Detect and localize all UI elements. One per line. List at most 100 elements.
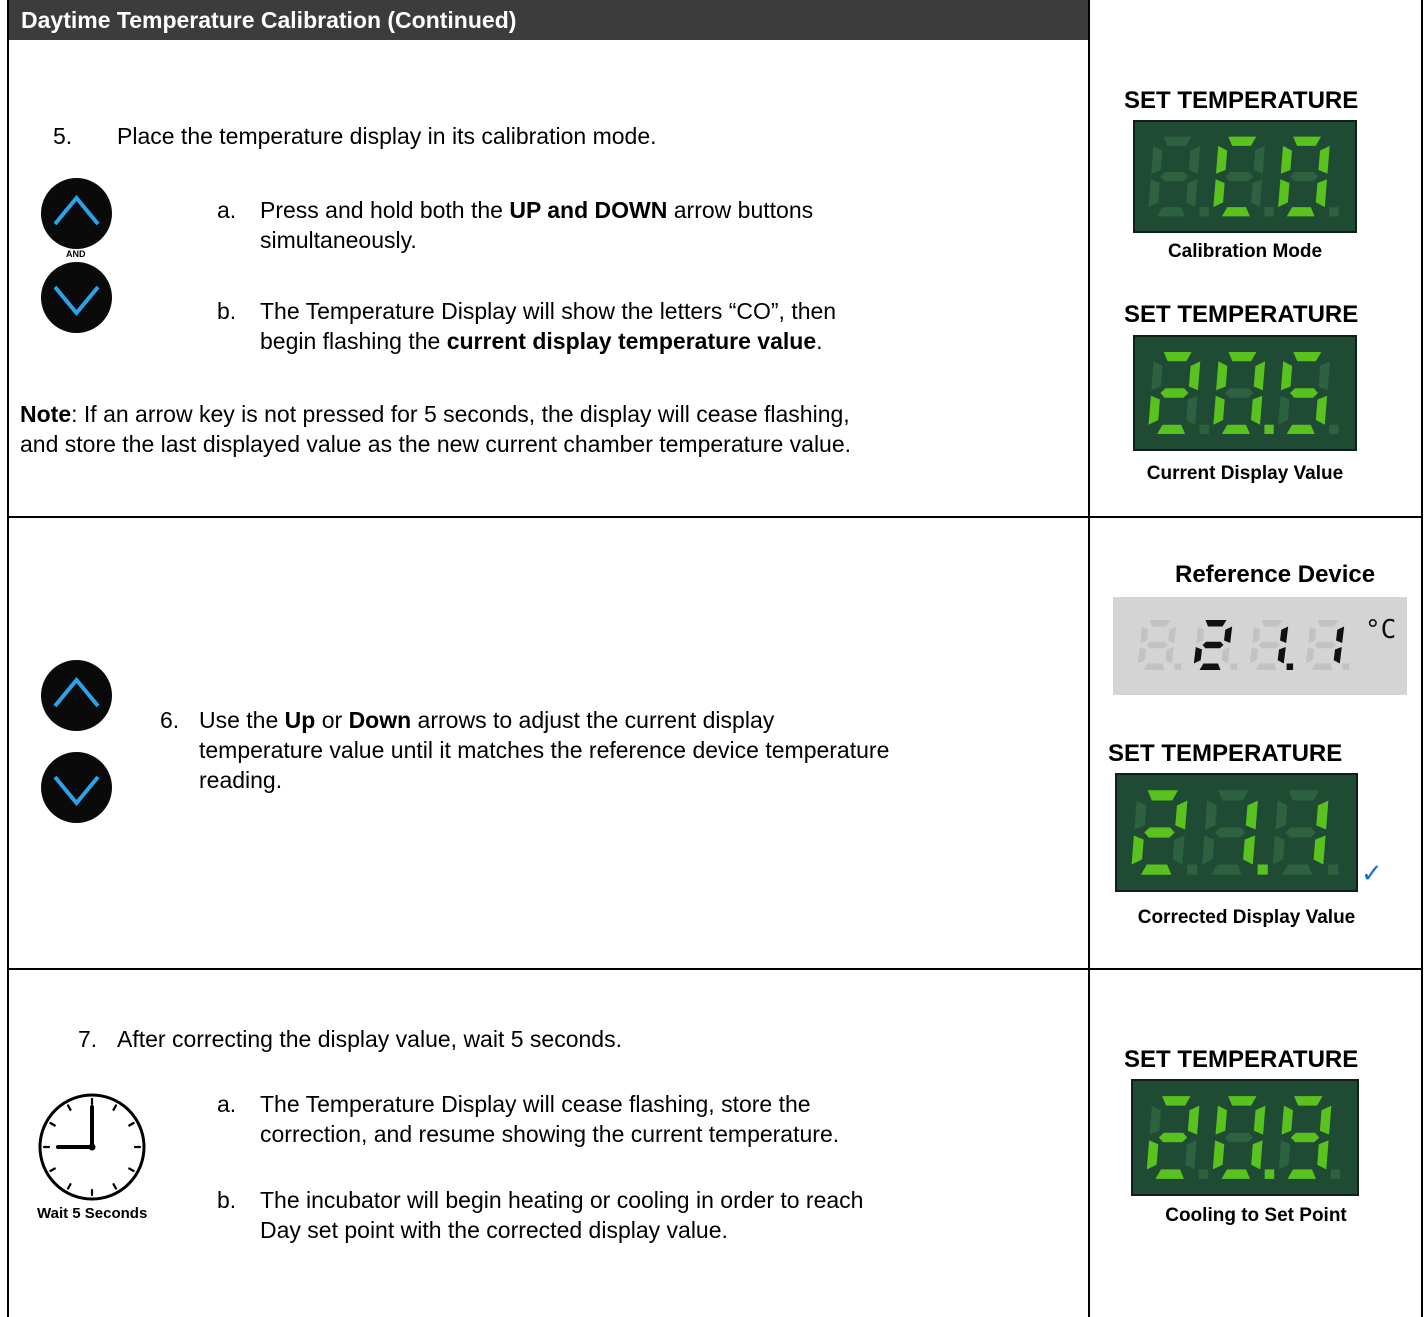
reference-digit-2-segment-e	[1193, 647, 1202, 664]
check-mark-icon: ✓	[1361, 858, 1383, 888]
page-title: Daytime Temperature Calibration (Continu…	[21, 7, 517, 33]
lcd-digit-1-segment-d	[1140, 864, 1172, 875]
lcd-digit-1-segment-f	[1151, 361, 1163, 391]
table-border-left	[7, 0, 9, 1317]
lcd-digit-3-segment-f	[1281, 1105, 1293, 1135]
lcd-digit-3-segment-e	[1272, 835, 1285, 865]
step-5b-line1: The Temperature Display will show the le…	[260, 298, 837, 324]
step-6-bold-up: Up	[284, 707, 316, 733]
step-6-number: 6.	[160, 707, 180, 733]
lcd-digit-2-segment-d	[1221, 424, 1250, 434]
lcd-digit-2-segment-b	[1253, 1105, 1266, 1135]
down-arrow-button-step6[interactable]	[41, 752, 112, 823]
reference-digit-4-segment-e	[1305, 647, 1314, 664]
calibration-page: Daytime Temperature Calibration (Continu…	[0, 0, 1425, 1317]
chevron-up-icon	[53, 194, 100, 226]
step-5a-pre: Press and hold both the	[260, 197, 510, 223]
reference-digit-4-segment-c	[1333, 647, 1342, 664]
lcd-digit-3-segment-e	[1278, 395, 1290, 425]
reference-digit-1-segment-d	[1143, 663, 1165, 670]
reference-device-display: °C	[1113, 597, 1407, 695]
lcd-digit-2-segment-g	[1224, 1132, 1254, 1143]
lcd-digit-2-segment-b	[1245, 800, 1258, 830]
lcd-digit-2-segment-f	[1215, 1105, 1227, 1135]
lcd-digit-3-segment-a	[1293, 136, 1322, 146]
reference-device-digits	[1137, 620, 1350, 670]
step-5a-bold: UP and DOWN	[509, 197, 668, 223]
lcd-digit-1-segment-e	[1148, 179, 1160, 208]
lcd-digit-3-segment-b	[1318, 145, 1330, 174]
display2-title: SET TEMPERATURE	[1124, 301, 1359, 328]
lcd-digit-1-segment-b	[1188, 361, 1201, 391]
lcd-digit-2-decimal-point	[1257, 864, 1268, 875]
reference-digit-1-decimal-point	[1174, 663, 1182, 670]
lcd-digit-1-segment-a	[1147, 790, 1179, 801]
lcd-digit-3-decimal-point	[1329, 424, 1339, 434]
step-5b-bold: current display temperature value	[446, 328, 817, 354]
lcd-digit-1-segment-d	[1155, 1169, 1184, 1179]
lcd-digit-3-segment-a	[1294, 1096, 1323, 1106]
reference-digit-4-segment-d	[1311, 663, 1333, 670]
and-label: AND	[66, 249, 86, 259]
table-border-right	[1421, 0, 1423, 1317]
lcd-digit-2-segment-a	[1228, 1096, 1257, 1106]
lcd-digit-3-segment-f	[1280, 361, 1293, 391]
lcd-digit-1-segment-e	[1148, 395, 1160, 425]
lcd-digit-2-segment-c	[1251, 179, 1263, 208]
lcd-digit-1-segment-d	[1157, 424, 1186, 434]
reference-digit-1-segment-e	[1137, 647, 1146, 664]
reference-digit-2-decimal-point	[1230, 663, 1238, 670]
lcd-digit-2-segment-a	[1228, 352, 1257, 362]
lcd-digit-2-segment-c	[1243, 835, 1256, 865]
reference-digit-3-decimal-point	[1286, 663, 1294, 670]
lcd-digit-1-segment-f	[1151, 145, 1163, 174]
lcd-digit-2-segment-b	[1253, 145, 1265, 174]
lcd-digit-3-segment-c	[1315, 179, 1327, 208]
lcd-digit-1-segment-c	[1185, 1140, 1197, 1170]
up-arrow-button-step6[interactable]	[41, 660, 112, 731]
step-6-line1: Use the Up or Down arrows to adjust the …	[199, 706, 774, 734]
lcd-digit-1-segment-g	[1160, 388, 1189, 398]
reference-digit-3-segment-c	[1277, 647, 1286, 664]
step-5a-post: arrow buttons	[667, 197, 814, 223]
lcd-digit-1-decimal-point	[1187, 864, 1198, 875]
lcd-digit-2-segment-d	[1211, 864, 1242, 875]
lcd-digit-2-segment-a	[1218, 790, 1249, 801]
step-6-mid: or	[315, 707, 349, 733]
down-arrow-button[interactable]	[41, 262, 112, 333]
lcd-digit-3-segment-c	[1315, 395, 1328, 425]
display3-caption: Corrected Display Value	[1137, 907, 1356, 928]
reference-digit-4-segment-g	[1314, 641, 1336, 649]
display1-title: SET TEMPERATURE	[1124, 87, 1359, 114]
reference-device-title: Reference Device	[1175, 561, 1376, 588]
reference-digit-1-segment-a	[1149, 620, 1171, 627]
lcd-digit-2-decimal-point	[1264, 207, 1274, 217]
corrected-display-digits	[1131, 790, 1339, 875]
lcd-digit-3-decimal-point	[1328, 864, 1339, 875]
lcd-digit-1-segment-b	[1187, 1105, 1200, 1135]
lcd-digit-2-segment-g	[1225, 171, 1254, 182]
chevron-down-icon	[53, 775, 100, 807]
lcd-digit-2-segment-e	[1202, 835, 1215, 865]
lcd-digit-3-segment-c	[1317, 1140, 1329, 1170]
step-6-line3: reading.	[199, 767, 283, 793]
row-divider-1	[7, 516, 1423, 518]
lcd-digit-1-segment-a	[1163, 352, 1192, 362]
lcd-digit-2-segment-g	[1225, 388, 1254, 398]
up-arrow-button[interactable]	[41, 178, 112, 249]
lcd-digit-1-segment-a	[1162, 1096, 1191, 1106]
step-6-line2: temperature value until it matches the r…	[199, 737, 890, 763]
lcd-digit-3-segment-b	[1318, 361, 1330, 391]
step-5b-marker: b.	[217, 298, 237, 324]
display4-caption: Cooling to Set Point	[1165, 1205, 1347, 1226]
lcd-digit-1-segment-g	[1158, 1132, 1188, 1143]
lcd-digit-1-decimal-point	[1199, 424, 1209, 434]
lcd-digit-3-segment-d	[1281, 864, 1313, 875]
step-7a-line1: The Temperature Display will cease flash…	[260, 1091, 811, 1117]
reference-unit-label: °C	[1365, 615, 1397, 645]
lcd-digit-3-segment-f	[1280, 145, 1292, 174]
lcd-digit-2-segment-e	[1213, 179, 1225, 208]
lcd-digit-3-segment-b	[1319, 1105, 1332, 1135]
header-right-cell	[1090, 0, 1422, 40]
clock-caption: Wait 5 Seconds	[37, 1205, 148, 1222]
